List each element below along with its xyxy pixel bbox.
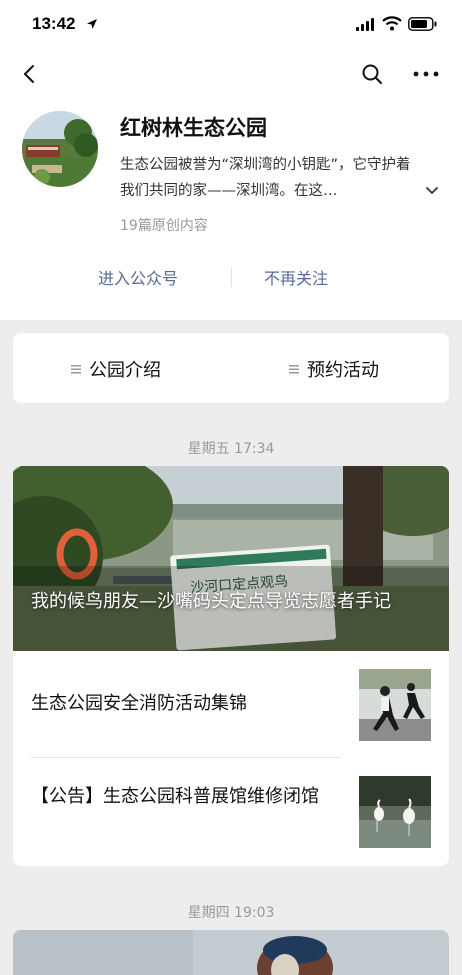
status-bar: 13:42	[0, 0, 462, 48]
cover-article[interactable]: 沙河口定点观鸟 我的候鸟朋友—沙嘴码头定点导览志愿者手记	[13, 466, 449, 651]
menu-item-label: 预约活动	[307, 360, 379, 381]
nav-bar	[0, 52, 462, 96]
message-date: 星期五 17:34	[187, 441, 275, 457]
article-title: 【公告】生态公园科普展馆维修闭馆	[31, 786, 319, 807]
unfollow-button[interactable]: 不再关注	[264, 265, 328, 289]
back-icon[interactable]	[18, 62, 42, 86]
article-title: 生态公园安全消防活动集锦	[31, 693, 247, 714]
account-header: 13:42 红树林生态公园 生态公园被誉为“深圳湾的小钥匙”，它守护着我们共同的…	[0, 0, 462, 320]
message-date: 星期四 19:03	[187, 905, 275, 921]
account-name: 红树林生态公园	[120, 116, 267, 140]
menu-item-book-activity[interactable]: 预约活动	[289, 356, 379, 382]
location-arrow-icon	[87, 19, 97, 29]
wifi-icon	[382, 16, 402, 31]
menu-item-label: 公园介绍	[89, 360, 161, 381]
enter-account-button[interactable]: 进入公众号	[98, 265, 178, 289]
article-row[interactable]: 【公告】生态公园科普展馆维修闭馆	[13, 758, 449, 866]
message-card[interactable]	[13, 930, 449, 975]
cover-title: 我的候鸟朋友—沙嘴码头定点导览志愿者手记	[31, 591, 391, 612]
article-row[interactable]: 生态公园安全消防活动集锦	[13, 651, 449, 757]
battery-icon	[408, 17, 437, 31]
menu-item-park-intro[interactable]: 公园介绍	[71, 356, 161, 382]
more-icon[interactable]	[412, 62, 440, 86]
menu-lines-icon	[71, 365, 81, 374]
action-row: 进入公众号 不再关注	[0, 255, 462, 299]
article-count: 19篇原创内容	[120, 218, 208, 234]
cover-image: 沙河口定点观鸟	[13, 466, 449, 651]
action-divider	[231, 267, 232, 287]
article-thumbnail	[359, 669, 431, 741]
search-icon[interactable]	[360, 62, 384, 86]
avatar[interactable]	[22, 111, 98, 187]
account-menu: 公园介绍 预约活动	[13, 333, 449, 403]
status-time: 13:42	[32, 14, 76, 33]
message-card: 沙河口定点观鸟 我的候鸟朋友—沙嘴码头定点导览志愿者手记 生态公园安全消防活动集…	[13, 466, 449, 866]
signal-icon	[356, 18, 374, 31]
article-thumbnail	[359, 776, 431, 848]
cover-image	[13, 930, 449, 975]
menu-lines-icon	[289, 365, 299, 374]
chevron-down-icon[interactable]	[424, 182, 440, 198]
account-description: 生态公园被誉为“深圳湾的小钥匙”，它守护着我们共同的家——深圳湾。在这…	[120, 157, 411, 199]
